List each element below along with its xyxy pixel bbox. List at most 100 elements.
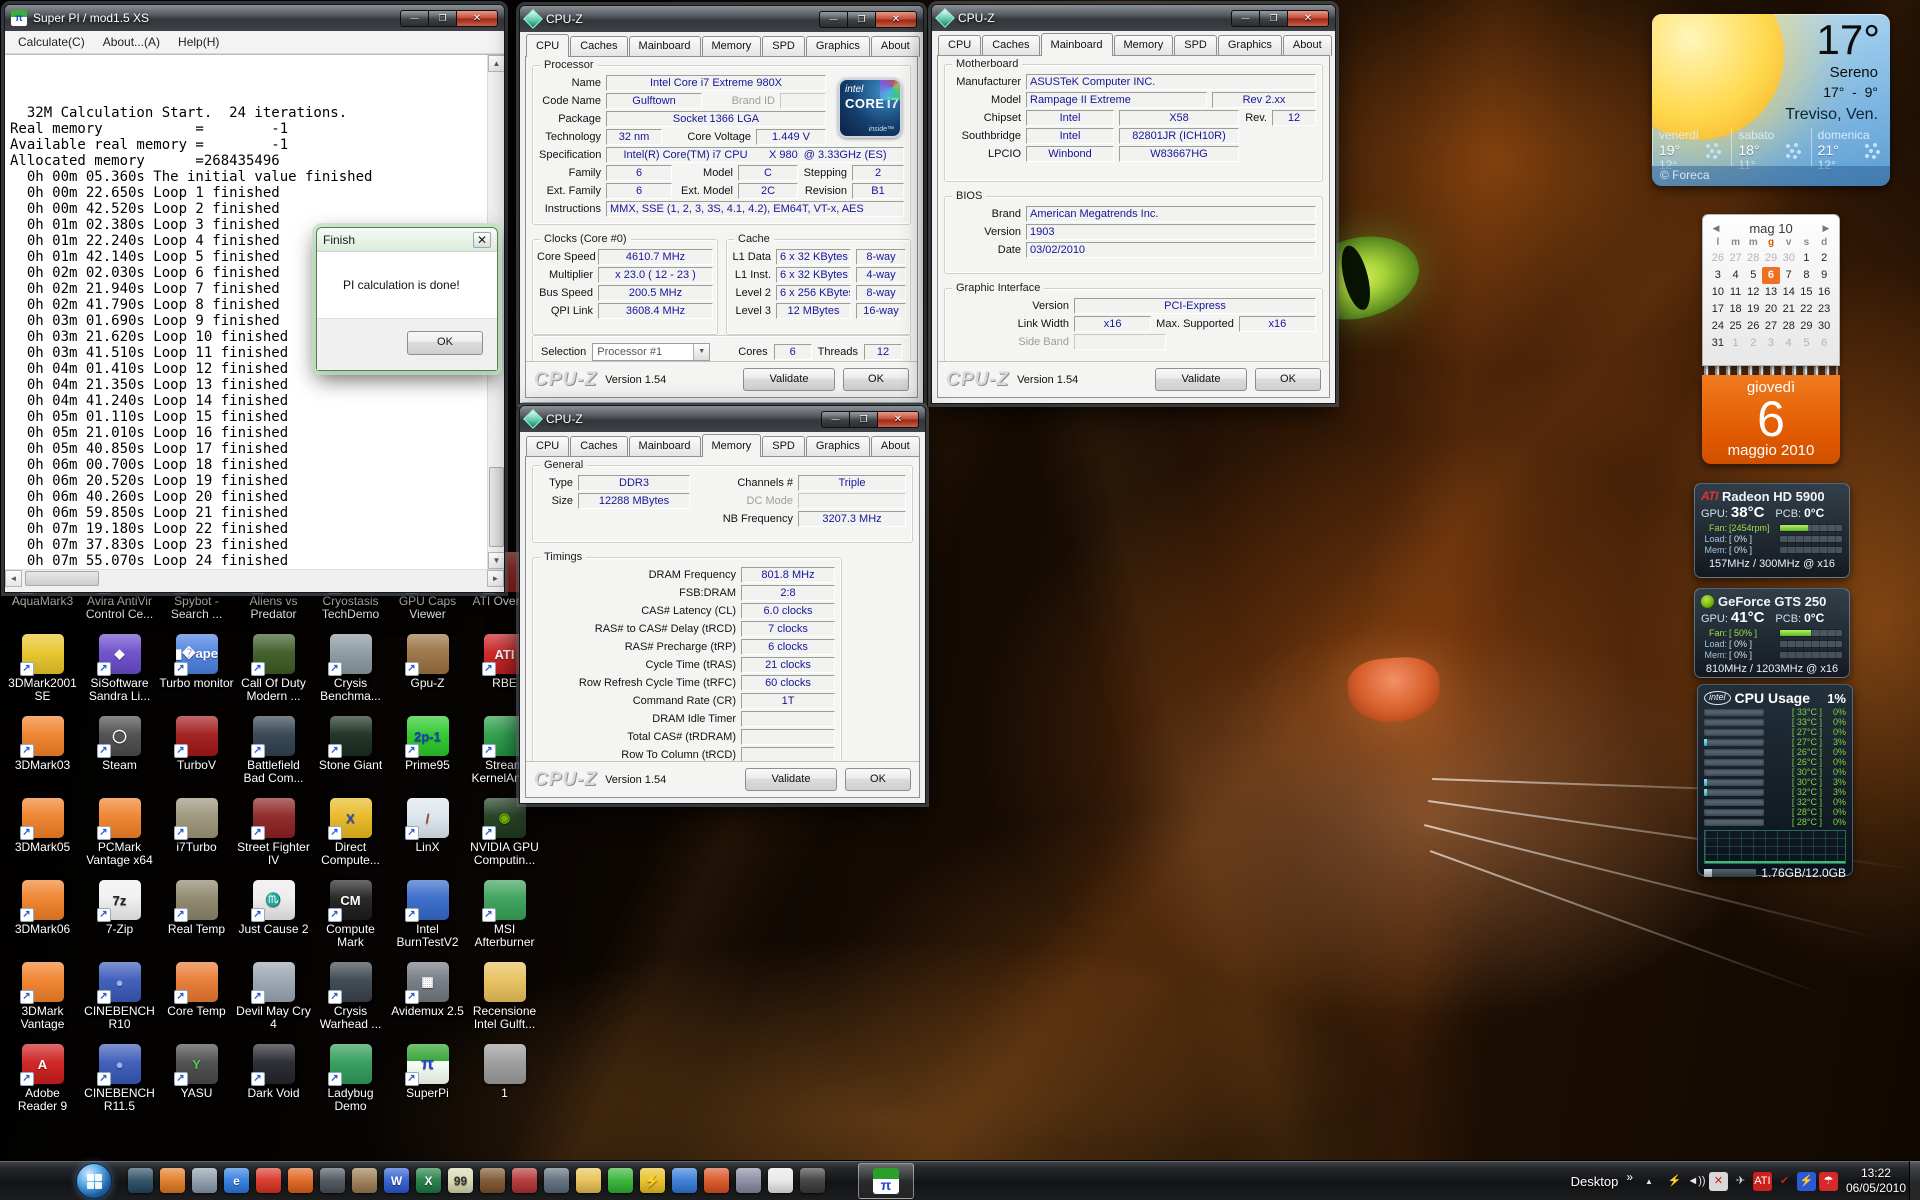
calendar-day[interactable]: 3 [1709, 267, 1727, 284]
tray-icon[interactable]: ✕ [1709, 1172, 1728, 1191]
taskbar-app-icon[interactable]: 99 [448, 1168, 473, 1193]
tab[interactable]: CPU [526, 436, 569, 457]
tab[interactable]: Graphics [806, 436, 870, 457]
menu-item[interactable]: Calculate(C) [9, 32, 94, 52]
desktop-icon[interactable]: Ladybug Demo [312, 1044, 389, 1126]
calendar-day[interactable]: 30 [1815, 318, 1833, 335]
desktop-icon[interactable]: CM Compute Mark [312, 880, 389, 962]
nvidia-gpu-gadget[interactable]: GeForce GTS 250 GPU: 41°C PCB: 0°C Fan: … [1694, 588, 1850, 678]
taskbar-app-icon[interactable] [352, 1168, 377, 1193]
desktop-icon[interactable]: Street Fighter IV [235, 798, 312, 880]
taskbar-app-icon[interactable] [704, 1168, 729, 1193]
desktop-icon[interactable]: 3DMark05 [4, 798, 81, 880]
tab[interactable]: About [871, 436, 920, 457]
tab[interactable]: Caches [982, 35, 1039, 56]
tab[interactable]: About [1283, 35, 1332, 56]
tab[interactable]: Graphics [806, 36, 870, 57]
show-desktop-button[interactable] [1909, 1161, 1920, 1200]
taskbar-app-icon[interactable] [480, 1168, 505, 1193]
ati-gpu-gadget[interactable]: ATI Radeon HD 5900 GPU: 38°C PCB: 0°C Fa… [1694, 483, 1850, 578]
desktop-icon[interactable]: X Direct Compute... [312, 798, 389, 880]
validate-button[interactable]: Validate [745, 768, 837, 791]
desktop-icon[interactable]: Call Of Duty Modern ... [235, 634, 312, 716]
calendar-day[interactable]: 25 [1727, 318, 1745, 335]
taskbar-clock[interactable]: 13:22 06/05/2010 [1846, 1166, 1906, 1196]
calendar-day[interactable]: 15 [1798, 284, 1816, 301]
desktop-icon[interactable]: 2p-1 Prime95 [389, 716, 466, 798]
calendar-day[interactable]: 22 [1798, 301, 1816, 318]
desktop-icon[interactable]: ◉ NVIDIA GPU Computin... [466, 798, 543, 880]
calendar-day[interactable]: 11 [1727, 284, 1745, 301]
calendar-day[interactable]: 2 [1815, 250, 1833, 267]
maximize-button[interactable] [849, 411, 878, 428]
calendar-day[interactable]: 7 [1780, 267, 1798, 284]
taskbar-app-icon[interactable] [544, 1168, 569, 1193]
desktop-icon[interactable]: 3DMark03 [4, 716, 81, 798]
calendar-day[interactable]: 27 [1727, 250, 1745, 267]
minimize-button[interactable] [400, 10, 429, 27]
calendar-day[interactable]: 19 [1744, 301, 1762, 318]
taskbar-app-icon[interactable] [192, 1168, 217, 1193]
calendar-day[interactable]: 24 [1709, 318, 1727, 335]
desktop-icon[interactable]: ▮�ape Turbo monitor [158, 634, 235, 716]
validate-button[interactable]: Validate [1155, 368, 1247, 391]
validate-button[interactable]: Validate [743, 368, 835, 391]
maximize-button[interactable] [428, 10, 457, 27]
menu-item[interactable]: About...(A) [94, 32, 169, 52]
close-button[interactable] [473, 232, 491, 248]
calendar-day[interactable]: 1 [1727, 335, 1745, 352]
cpuz-titlebar[interactable]: CPU-Z [932, 5, 1335, 31]
calendar-day[interactable]: 10 [1709, 284, 1727, 301]
calendar-day[interactable]: 13 [1762, 284, 1780, 301]
calendar-day[interactable]: 14 [1780, 284, 1798, 301]
calendar-day[interactable]: 6 [1815, 335, 1833, 352]
tab[interactable]: Mainboard [629, 36, 701, 57]
desktop-icon[interactable]: / LinX [389, 798, 466, 880]
tab[interactable]: CPU [526, 34, 569, 57]
tray-icon[interactable]: ⚡ [1665, 1172, 1684, 1191]
tray-expand-icon[interactable]: ▲ [1641, 1177, 1657, 1186]
scroll-up-icon[interactable]: ▲ [488, 55, 504, 72]
desktop-icon[interactable]: Recensione Intel Gulft... [466, 962, 543, 1044]
ok-button[interactable]: OK [407, 331, 483, 355]
tray-icon[interactable]: ◄)) [1687, 1172, 1706, 1191]
calendar-next-icon[interactable]: ▶ [1819, 223, 1833, 234]
scroll-left-icon[interactable]: ◄ [5, 570, 22, 587]
tab[interactable]: Caches [570, 36, 627, 57]
ok-button[interactable]: OK [1255, 368, 1321, 391]
minimize-button[interactable] [819, 11, 848, 28]
cpu-usage-gadget[interactable]: intel CPU Usage 1% [ 33°C ] 0% [ 33°C ] … [1697, 684, 1853, 876]
calendar-day[interactable]: 29 [1798, 318, 1816, 335]
taskbar-app-icon[interactable] [256, 1168, 281, 1193]
cpuz-titlebar[interactable]: CPU-Z [520, 406, 925, 432]
calendar-day[interactable]: 3 [1762, 335, 1780, 352]
taskbar-app-icon[interactable] [288, 1168, 313, 1193]
calendar-day[interactable]: 26 [1744, 318, 1762, 335]
taskbar-app-icon[interactable] [768, 1168, 793, 1193]
ok-button[interactable]: OK [843, 368, 909, 391]
desktop-icon[interactable]: Intel BurnTestV2 [389, 880, 466, 962]
calendar-day[interactable]: 5 [1798, 335, 1816, 352]
calendar-day[interactable]: 21 [1780, 301, 1798, 318]
desktop-icon[interactable]: 1 [466, 1044, 543, 1126]
tab[interactable]: Memory [702, 36, 762, 57]
calendar-day[interactable]: 6 [1762, 267, 1780, 284]
calendar-day[interactable]: 4 [1727, 267, 1745, 284]
scroll-right-icon[interactable]: ► [487, 570, 504, 587]
minimize-button[interactable] [821, 411, 850, 428]
desktop-icon[interactable]: Core Temp [158, 962, 235, 1044]
desktop-icon[interactable]: π SuperPi [389, 1044, 466, 1126]
processor-select[interactable]: Processor #1 [592, 343, 710, 361]
calendar-day[interactable]: 29 [1762, 250, 1780, 267]
desktop-icon[interactable]: ● CINEBENCH R10 [81, 962, 158, 1044]
calendar-day[interactable]: 1 [1798, 250, 1816, 267]
desktop-icon[interactable]: 3DMark Vantage [4, 962, 81, 1044]
horizontal-scrollbar[interactable]: ◄ ► [5, 569, 504, 586]
desktop-icon[interactable]: ♏ Just Cause 2 [235, 880, 312, 962]
taskbar-app-icon[interactable] [608, 1168, 633, 1193]
calendar-day[interactable]: 2 [1744, 335, 1762, 352]
vertical-scroll-thumb[interactable] [489, 467, 504, 547]
horizontal-scroll-thumb[interactable] [25, 571, 99, 586]
tab[interactable]: About [871, 36, 920, 57]
minimize-button[interactable] [1231, 10, 1260, 27]
